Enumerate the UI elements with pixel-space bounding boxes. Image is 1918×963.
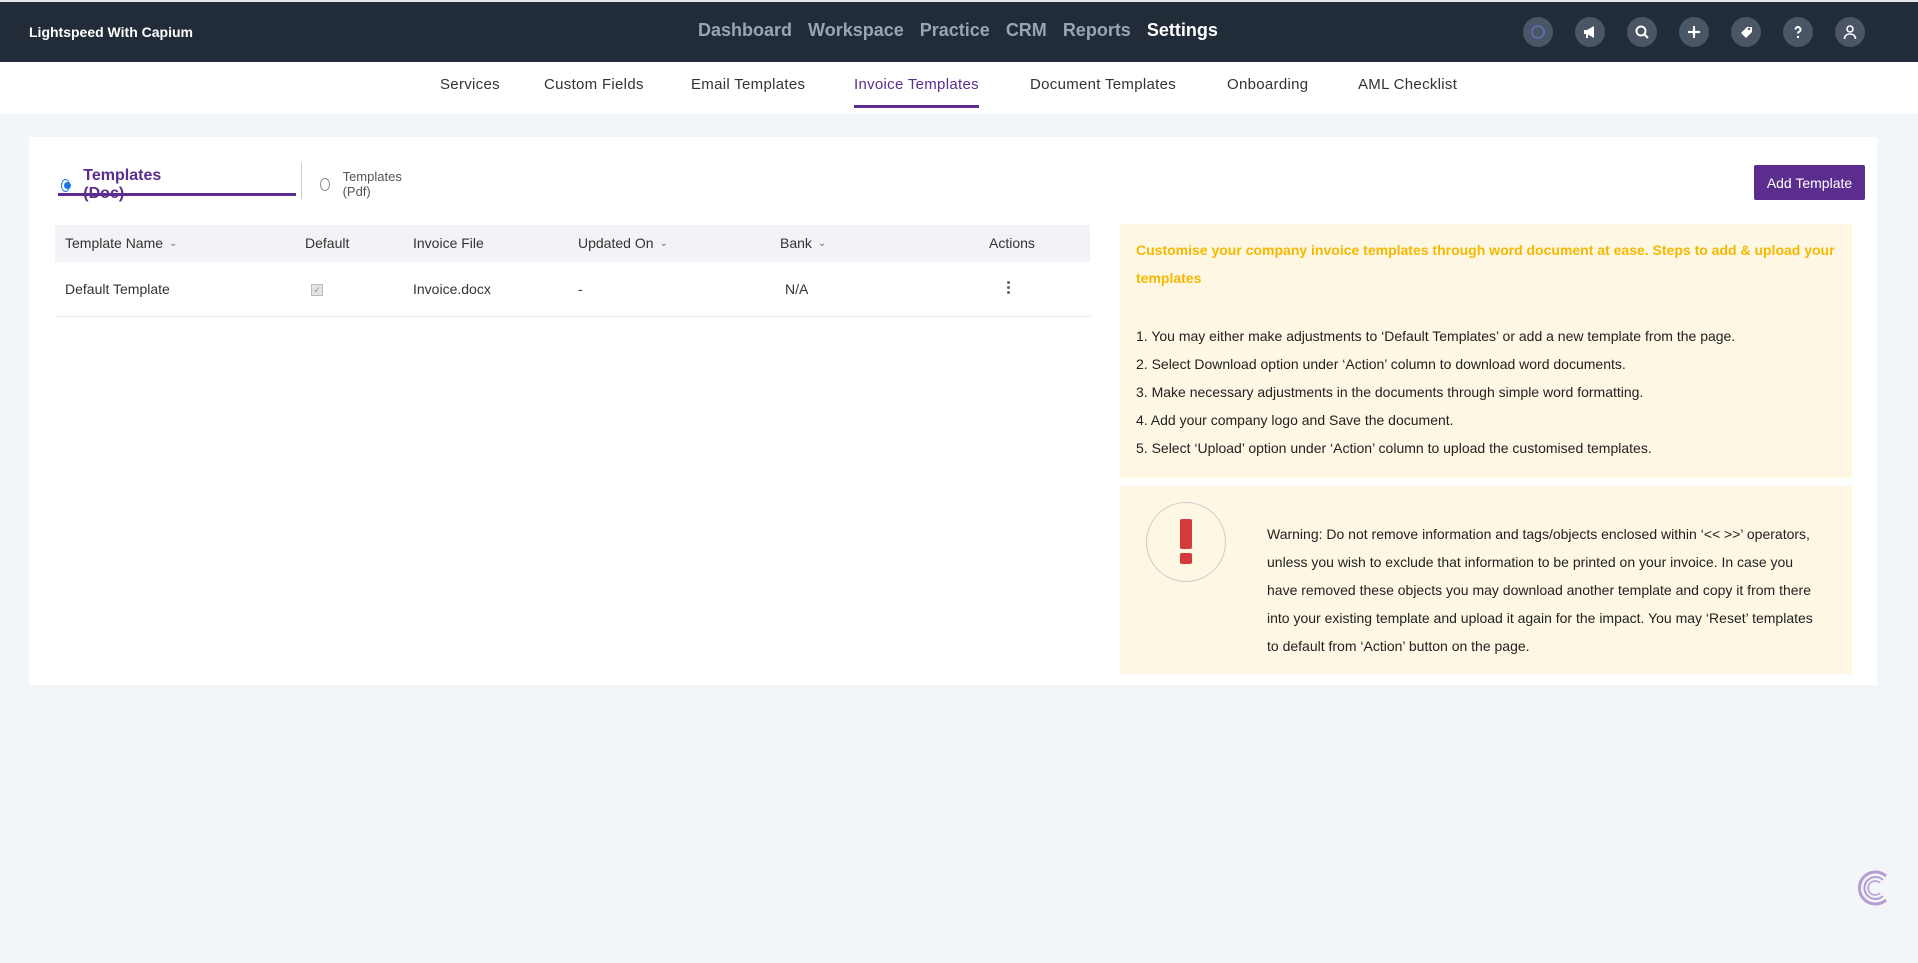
cell-bank: N/A — [785, 281, 809, 297]
tag-icon[interactable] — [1731, 17, 1761, 47]
col-default-label: Default — [305, 235, 350, 251]
capium-help-icon[interactable] — [1850, 866, 1894, 910]
templates-table: Template Name ⌄ Default Invoice File Upda… — [55, 225, 1090, 317]
top-icons — [1523, 17, 1887, 47]
tab-aml-checklist[interactable]: AML Checklist — [1358, 76, 1457, 105]
active-tab-underline — [58, 193, 296, 196]
col-updated-on-label: Updated On — [578, 235, 654, 251]
col-actions: Actions — [989, 235, 1035, 251]
tab-divider — [301, 163, 302, 199]
nav-dashboard[interactable]: Dashboard — [698, 20, 792, 41]
plus-icon[interactable] — [1679, 17, 1709, 47]
tab-document-templates[interactable]: Document Templates — [1030, 76, 1176, 105]
cell-updated-on: - — [578, 281, 583, 297]
search-icon[interactable] — [1627, 17, 1657, 47]
tab-email-templates[interactable]: Email Templates — [691, 76, 805, 105]
main-nav: Dashboard Workspace Practice CRM Reports… — [698, 20, 1234, 41]
tab-custom-fields[interactable]: Custom Fields — [544, 76, 644, 105]
default-checkbox: ✓ — [311, 284, 323, 296]
nav-reports[interactable]: Reports — [1063, 20, 1131, 41]
radio-pdf[interactable] — [320, 177, 330, 191]
radio-doc[interactable] — [61, 178, 72, 192]
megaphone-icon[interactable] — [1575, 17, 1605, 47]
info-title: Customise your company invoice templates… — [1136, 242, 1835, 286]
col-template-name[interactable]: Template Name ⌄ — [65, 235, 177, 251]
cell-template-name: Default Template — [65, 281, 170, 297]
invoice-templates-card: Templates (Doc) Templates (Pdf) Add Temp… — [29, 137, 1877, 685]
help-icon[interactable] — [1783, 17, 1813, 47]
table-header: Template Name ⌄ Default Invoice File Upda… — [55, 225, 1090, 262]
nav-workspace[interactable]: Workspace — [808, 20, 904, 41]
warning-icon — [1146, 502, 1226, 582]
table-row: Default Template ✓ Invoice.docx - N/A — [55, 262, 1090, 317]
cell-invoice-file: Invoice.docx — [413, 281, 491, 297]
info-step: 1. You may either make adjustments to ‘D… — [1136, 328, 1736, 344]
capium-logo-icon[interactable] — [1523, 17, 1553, 47]
info-step: 5. Select ‘Upload’ option under ‘Action’… — [1136, 440, 1652, 456]
tab-templates-pdf[interactable]: Templates (Pdf) — [320, 169, 405, 199]
tab-invoice-templates[interactable]: Invoice Templates — [854, 76, 979, 108]
settings-subnav: Services Custom Fields Email Templates I… — [0, 62, 1918, 114]
tab-services[interactable]: Services — [440, 76, 500, 105]
user-icon[interactable] — [1835, 17, 1865, 47]
info-panel: Customise your company invoice templates… — [1120, 224, 1852, 478]
tab-templates-doc-label: Templates (Doc) — [83, 167, 162, 202]
warning-panel: Warning: Do not remove information and t… — [1120, 486, 1852, 674]
col-invoice-file-label: Invoice File — [413, 235, 484, 251]
col-invoice-file: Invoice File — [413, 235, 484, 251]
info-step: 2. Select Download option under ‘Action’… — [1136, 356, 1626, 372]
tab-onboarding[interactable]: Onboarding — [1227, 76, 1308, 105]
nav-settings[interactable]: Settings — [1147, 20, 1218, 41]
chevron-down-icon: ⌄ — [169, 237, 178, 249]
nav-crm[interactable]: CRM — [1006, 20, 1047, 41]
col-bank[interactable]: Bank ⌄ — [780, 235, 826, 251]
add-template-button[interactable]: Add Template — [1754, 165, 1865, 200]
col-actions-label: Actions — [989, 235, 1035, 251]
nav-practice[interactable]: Practice — [920, 20, 990, 41]
col-default: Default — [305, 235, 349, 251]
info-step: 4. Add your company logo and Save the do… — [1136, 412, 1454, 428]
col-bank-label: Bank — [780, 235, 812, 251]
warning-text: Warning: Do not remove information and t… — [1267, 526, 1813, 654]
col-template-name-label: Template Name — [65, 235, 164, 251]
tab-templates-pdf-label: Templates (Pdf) — [342, 169, 402, 199]
info-step: 3. Make necessary adjustments in the doc… — [1136, 384, 1644, 400]
tab-templates-doc[interactable]: Templates (Doc) — [61, 167, 165, 203]
chevron-down-icon: ⌄ — [817, 237, 827, 249]
chevron-down-icon: ⌄ — [659, 237, 668, 249]
top-navbar: Lightspeed With Capium Dashboard Workspa… — [0, 0, 1918, 62]
brand-name[interactable]: Lightspeed With Capium — [29, 24, 193, 40]
info-steps: 1. You may either make adjustments to ‘D… — [1136, 322, 1836, 462]
more-actions-icon[interactable] — [1005, 279, 1011, 299]
col-updated-on[interactable]: Updated On ⌄ — [578, 235, 668, 251]
